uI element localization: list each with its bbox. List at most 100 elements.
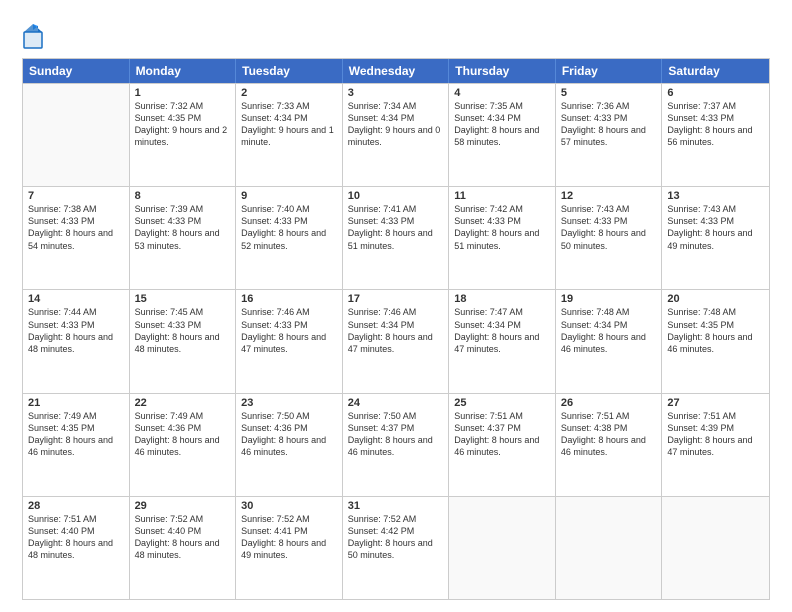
day-number: 16 bbox=[241, 293, 337, 305]
day-number: 14 bbox=[28, 293, 124, 305]
day-info: Sunrise: 7:50 AM Sunset: 4:37 PM Dayligh… bbox=[348, 410, 444, 459]
day-number: 9 bbox=[241, 190, 337, 202]
day-info: Sunrise: 7:46 AM Sunset: 4:33 PM Dayligh… bbox=[241, 306, 337, 355]
table-row: 10Sunrise: 7:41 AM Sunset: 4:33 PM Dayli… bbox=[343, 187, 450, 289]
table-row: 20Sunrise: 7:48 AM Sunset: 4:35 PM Dayli… bbox=[662, 290, 769, 392]
table-row: 6Sunrise: 7:37 AM Sunset: 4:33 PM Daylig… bbox=[662, 84, 769, 186]
table-row: 17Sunrise: 7:46 AM Sunset: 4:34 PM Dayli… bbox=[343, 290, 450, 392]
day-number: 13 bbox=[667, 190, 764, 202]
table-row: 4Sunrise: 7:35 AM Sunset: 4:34 PM Daylig… bbox=[449, 84, 556, 186]
table-row: 9Sunrise: 7:40 AM Sunset: 4:33 PM Daylig… bbox=[236, 187, 343, 289]
logo bbox=[22, 22, 47, 50]
table-row: 21Sunrise: 7:49 AM Sunset: 4:35 PM Dayli… bbox=[23, 394, 130, 496]
day-info: Sunrise: 7:40 AM Sunset: 4:33 PM Dayligh… bbox=[241, 203, 337, 252]
day-number: 31 bbox=[348, 500, 444, 512]
day-number: 17 bbox=[348, 293, 444, 305]
table-row: 22Sunrise: 7:49 AM Sunset: 4:36 PM Dayli… bbox=[130, 394, 237, 496]
header-cell-thursday: Thursday bbox=[449, 59, 556, 83]
table-row: 25Sunrise: 7:51 AM Sunset: 4:37 PM Dayli… bbox=[449, 394, 556, 496]
day-info: Sunrise: 7:52 AM Sunset: 4:42 PM Dayligh… bbox=[348, 513, 444, 562]
calendar-row-1: 7Sunrise: 7:38 AM Sunset: 4:33 PM Daylig… bbox=[23, 186, 769, 289]
calendar-row-3: 21Sunrise: 7:49 AM Sunset: 4:35 PM Dayli… bbox=[23, 393, 769, 496]
table-row: 27Sunrise: 7:51 AM Sunset: 4:39 PM Dayli… bbox=[662, 394, 769, 496]
day-number: 30 bbox=[241, 500, 337, 512]
calendar-row-0: 1Sunrise: 7:32 AM Sunset: 4:35 PM Daylig… bbox=[23, 83, 769, 186]
day-info: Sunrise: 7:43 AM Sunset: 4:33 PM Dayligh… bbox=[561, 203, 657, 252]
day-info: Sunrise: 7:32 AM Sunset: 4:35 PM Dayligh… bbox=[135, 100, 231, 149]
day-number: 27 bbox=[667, 397, 764, 409]
day-info: Sunrise: 7:36 AM Sunset: 4:33 PM Dayligh… bbox=[561, 100, 657, 149]
day-info: Sunrise: 7:52 AM Sunset: 4:40 PM Dayligh… bbox=[135, 513, 231, 562]
day-info: Sunrise: 7:52 AM Sunset: 4:41 PM Dayligh… bbox=[241, 513, 337, 562]
day-info: Sunrise: 7:47 AM Sunset: 4:34 PM Dayligh… bbox=[454, 306, 550, 355]
day-info: Sunrise: 7:42 AM Sunset: 4:33 PM Dayligh… bbox=[454, 203, 550, 252]
table-row: 13Sunrise: 7:43 AM Sunset: 4:33 PM Dayli… bbox=[662, 187, 769, 289]
table-row: 18Sunrise: 7:47 AM Sunset: 4:34 PM Dayli… bbox=[449, 290, 556, 392]
day-info: Sunrise: 7:51 AM Sunset: 4:39 PM Dayligh… bbox=[667, 410, 764, 459]
day-number: 18 bbox=[454, 293, 550, 305]
day-info: Sunrise: 7:51 AM Sunset: 4:38 PM Dayligh… bbox=[561, 410, 657, 459]
day-info: Sunrise: 7:33 AM Sunset: 4:34 PM Dayligh… bbox=[241, 100, 337, 149]
day-info: Sunrise: 7:44 AM Sunset: 4:33 PM Dayligh… bbox=[28, 306, 124, 355]
table-row: 24Sunrise: 7:50 AM Sunset: 4:37 PM Dayli… bbox=[343, 394, 450, 496]
table-row: 31Sunrise: 7:52 AM Sunset: 4:42 PM Dayli… bbox=[343, 497, 450, 599]
table-row: 14Sunrise: 7:44 AM Sunset: 4:33 PM Dayli… bbox=[23, 290, 130, 392]
day-info: Sunrise: 7:50 AM Sunset: 4:36 PM Dayligh… bbox=[241, 410, 337, 459]
day-number: 11 bbox=[454, 190, 550, 202]
day-number: 28 bbox=[28, 500, 124, 512]
calendar-header-row: SundayMondayTuesdayWednesdayThursdayFrid… bbox=[23, 59, 769, 83]
table-row: 2Sunrise: 7:33 AM Sunset: 4:34 PM Daylig… bbox=[236, 84, 343, 186]
day-number: 2 bbox=[241, 87, 337, 99]
header-cell-friday: Friday bbox=[556, 59, 663, 83]
table-row bbox=[662, 497, 769, 599]
table-row: 28Sunrise: 7:51 AM Sunset: 4:40 PM Dayli… bbox=[23, 497, 130, 599]
day-number: 21 bbox=[28, 397, 124, 409]
day-number: 5 bbox=[561, 87, 657, 99]
day-info: Sunrise: 7:38 AM Sunset: 4:33 PM Dayligh… bbox=[28, 203, 124, 252]
day-number: 24 bbox=[348, 397, 444, 409]
day-info: Sunrise: 7:37 AM Sunset: 4:33 PM Dayligh… bbox=[667, 100, 764, 149]
day-info: Sunrise: 7:49 AM Sunset: 4:35 PM Dayligh… bbox=[28, 410, 124, 459]
table-row: 15Sunrise: 7:45 AM Sunset: 4:33 PM Dayli… bbox=[130, 290, 237, 392]
page: SundayMondayTuesdayWednesdayThursdayFrid… bbox=[0, 0, 792, 612]
table-row: 23Sunrise: 7:50 AM Sunset: 4:36 PM Dayli… bbox=[236, 394, 343, 496]
table-row: 30Sunrise: 7:52 AM Sunset: 4:41 PM Dayli… bbox=[236, 497, 343, 599]
day-info: Sunrise: 7:48 AM Sunset: 4:35 PM Dayligh… bbox=[667, 306, 764, 355]
table-row: 19Sunrise: 7:48 AM Sunset: 4:34 PM Dayli… bbox=[556, 290, 663, 392]
day-info: Sunrise: 7:46 AM Sunset: 4:34 PM Dayligh… bbox=[348, 306, 444, 355]
day-info: Sunrise: 7:43 AM Sunset: 4:33 PM Dayligh… bbox=[667, 203, 764, 252]
day-info: Sunrise: 7:51 AM Sunset: 4:37 PM Dayligh… bbox=[454, 410, 550, 459]
calendar-row-2: 14Sunrise: 7:44 AM Sunset: 4:33 PM Dayli… bbox=[23, 289, 769, 392]
table-row bbox=[23, 84, 130, 186]
day-number: 10 bbox=[348, 190, 444, 202]
day-number: 26 bbox=[561, 397, 657, 409]
day-number: 23 bbox=[241, 397, 337, 409]
day-info: Sunrise: 7:41 AM Sunset: 4:33 PM Dayligh… bbox=[348, 203, 444, 252]
day-number: 7 bbox=[28, 190, 124, 202]
day-info: Sunrise: 7:35 AM Sunset: 4:34 PM Dayligh… bbox=[454, 100, 550, 149]
logo-icon bbox=[22, 22, 44, 50]
day-number: 29 bbox=[135, 500, 231, 512]
table-row: 7Sunrise: 7:38 AM Sunset: 4:33 PM Daylig… bbox=[23, 187, 130, 289]
header-cell-wednesday: Wednesday bbox=[343, 59, 450, 83]
table-row: 26Sunrise: 7:51 AM Sunset: 4:38 PM Dayli… bbox=[556, 394, 663, 496]
day-number: 20 bbox=[667, 293, 764, 305]
day-info: Sunrise: 7:48 AM Sunset: 4:34 PM Dayligh… bbox=[561, 306, 657, 355]
table-row bbox=[556, 497, 663, 599]
day-info: Sunrise: 7:51 AM Sunset: 4:40 PM Dayligh… bbox=[28, 513, 124, 562]
day-number: 8 bbox=[135, 190, 231, 202]
calendar-row-4: 28Sunrise: 7:51 AM Sunset: 4:40 PM Dayli… bbox=[23, 496, 769, 599]
day-number: 25 bbox=[454, 397, 550, 409]
header-cell-saturday: Saturday bbox=[662, 59, 769, 83]
table-row: 12Sunrise: 7:43 AM Sunset: 4:33 PM Dayli… bbox=[556, 187, 663, 289]
day-info: Sunrise: 7:49 AM Sunset: 4:36 PM Dayligh… bbox=[135, 410, 231, 459]
header bbox=[22, 18, 770, 50]
table-row bbox=[449, 497, 556, 599]
table-row: 16Sunrise: 7:46 AM Sunset: 4:33 PM Dayli… bbox=[236, 290, 343, 392]
day-number: 4 bbox=[454, 87, 550, 99]
day-number: 1 bbox=[135, 87, 231, 99]
calendar: SundayMondayTuesdayWednesdayThursdayFrid… bbox=[22, 58, 770, 600]
table-row: 5Sunrise: 7:36 AM Sunset: 4:33 PM Daylig… bbox=[556, 84, 663, 186]
table-row: 29Sunrise: 7:52 AM Sunset: 4:40 PM Dayli… bbox=[130, 497, 237, 599]
table-row: 1Sunrise: 7:32 AM Sunset: 4:35 PM Daylig… bbox=[130, 84, 237, 186]
